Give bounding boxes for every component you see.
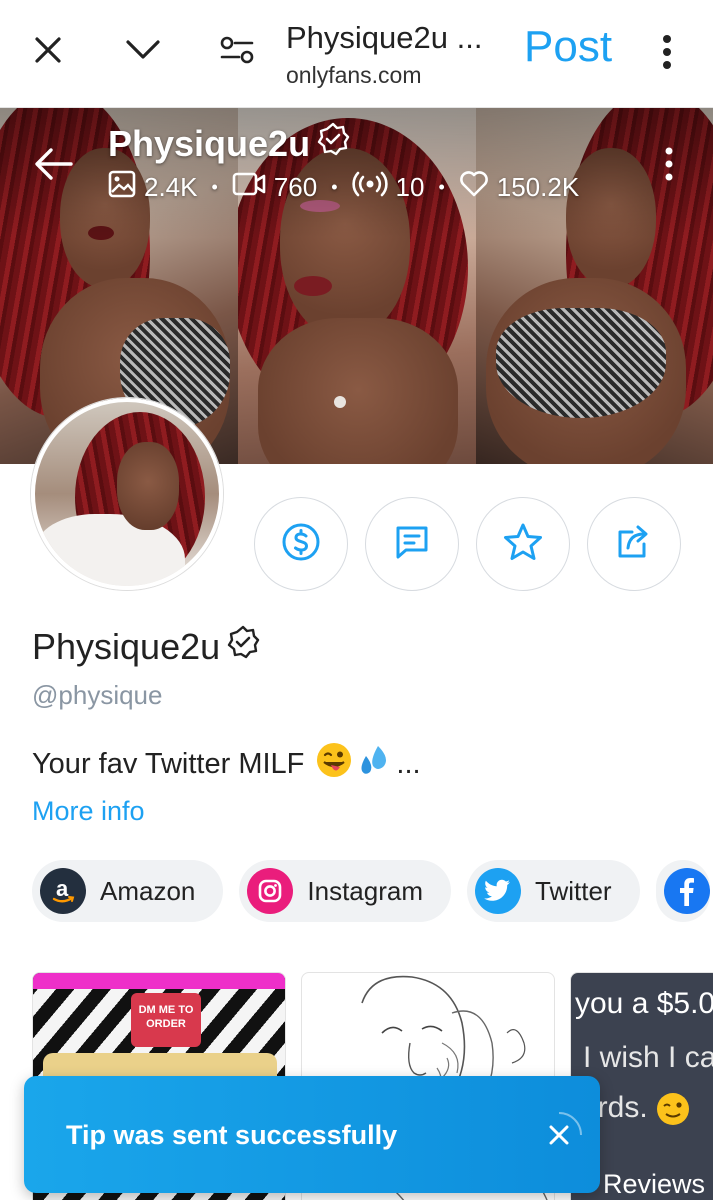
back-arrow-icon[interactable]	[30, 144, 76, 184]
page-domain: onlyfans.com	[286, 62, 422, 88]
toast-notification: Tip was sent successfully	[24, 1076, 600, 1193]
broadcast-icon	[351, 170, 388, 205]
verified-icon	[226, 625, 260, 668]
image-icon	[108, 170, 136, 205]
reviews-label: Reviews	[603, 1169, 706, 1199]
profile-stats: 2.4K • 760 • 10 • 150.2K	[108, 170, 579, 205]
video-icon	[232, 171, 266, 204]
amazon-link[interactable]: a Amazon	[32, 860, 224, 922]
facebook-icon	[663, 868, 710, 914]
winking-tongue-emoji-icon	[316, 742, 352, 786]
photos-stat: 2.4K	[108, 170, 198, 205]
more-info-link[interactable]: More info	[32, 796, 145, 827]
social-links: a Amazon Instagram Twitter	[32, 860, 710, 922]
close-toast-icon[interactable]	[534, 1110, 584, 1160]
instagram-icon	[247, 868, 294, 914]
profile-bio: Your fav Twitter MILF ...	[32, 742, 421, 786]
profile-name: Physique2u	[32, 625, 260, 668]
profile-handle: @physique	[32, 680, 163, 710]
profile-actions	[254, 497, 681, 591]
page-title: Physique2u ...	[286, 20, 483, 55]
streams-count: 10	[395, 172, 425, 202]
profile-name-text: Physique2u	[32, 625, 221, 667]
browser-menu-icon[interactable]	[650, 30, 684, 74]
favorite-button[interactable]	[476, 497, 570, 591]
verified-icon	[316, 122, 350, 165]
bio-ellipsis: ...	[396, 747, 421, 780]
cover-name-text: Physique2u	[108, 122, 311, 164]
svg-text:a: a	[56, 876, 69, 901]
avatar[interactable]	[31, 398, 223, 590]
card3-line-2: I wish I ca	[583, 1041, 713, 1074]
streams-stat: 10	[351, 170, 425, 205]
dm-to-order-tag: DM ME TO ORDER	[131, 993, 201, 1047]
send-tip-button[interactable]	[254, 497, 348, 591]
chevron-down-icon[interactable]	[121, 28, 165, 72]
toast-message: Tip was sent successfully	[66, 1120, 398, 1150]
message-button[interactable]	[365, 497, 459, 591]
videos-count: 760	[273, 172, 318, 202]
wink-emoji-icon	[657, 1093, 690, 1126]
bio-text: Your fav Twitter MILF	[32, 747, 305, 780]
cover-profile-name: Physique2u	[108, 122, 350, 165]
site-settings-icon[interactable]	[215, 28, 259, 72]
dollar-icon	[281, 522, 321, 567]
star-icon	[502, 521, 544, 568]
heart-icon	[459, 170, 489, 205]
share-button[interactable]	[587, 497, 681, 591]
instagram-label: Instagram	[307, 875, 423, 906]
share-icon	[614, 522, 654, 567]
post-button[interactable]: Post	[524, 22, 612, 72]
twitter-icon	[475, 868, 521, 914]
facebook-link[interactable]	[655, 860, 710, 922]
twitter-link[interactable]: Twitter	[467, 860, 640, 922]
photos-count: 2.4K	[144, 172, 198, 202]
browser-toolbar: Physique2u ... onlyfans.com Post	[0, 0, 713, 108]
videos-stat: 760	[232, 171, 317, 204]
twitter-label: Twitter	[535, 875, 612, 906]
card3-line-1: you a $5.0	[575, 987, 713, 1020]
likes-count: 150.2K	[496, 172, 580, 202]
likes-stat: 150.2K	[459, 170, 579, 205]
amazon-icon: a	[40, 868, 86, 914]
message-icon	[392, 522, 432, 567]
amazon-label: Amazon	[100, 875, 196, 906]
profile-menu-icon[interactable]	[656, 144, 682, 184]
close-icon[interactable]	[26, 28, 70, 72]
sweat-droplets-emoji-icon	[356, 742, 392, 786]
instagram-link[interactable]: Instagram	[239, 860, 451, 922]
